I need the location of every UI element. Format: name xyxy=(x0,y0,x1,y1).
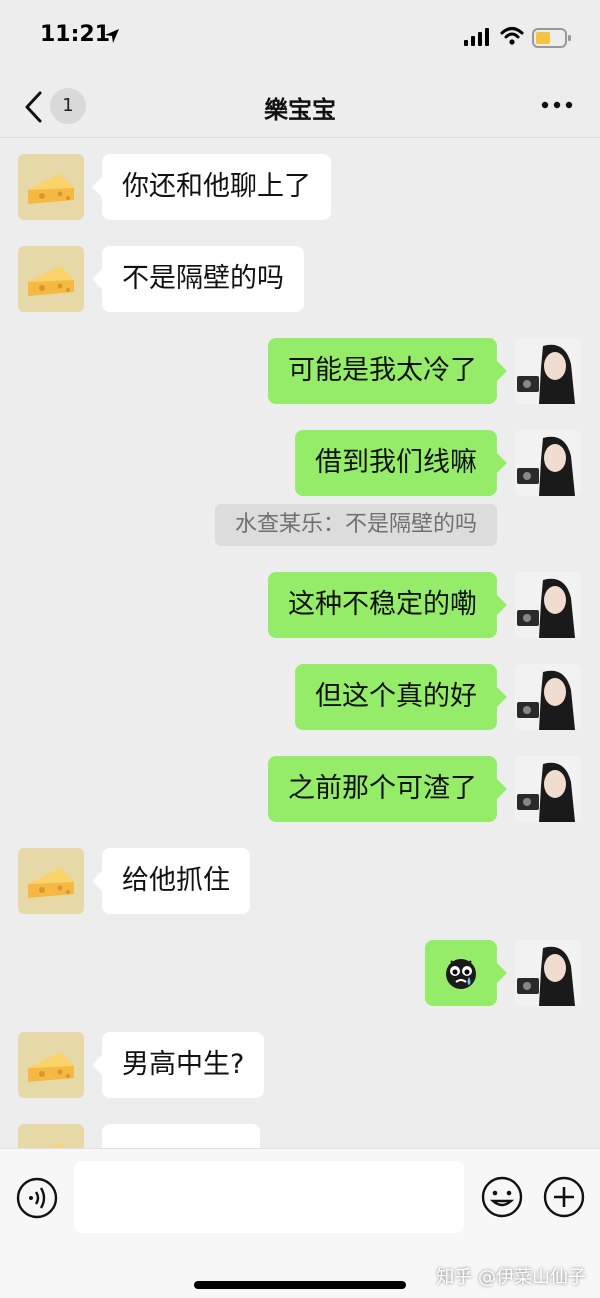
cheese-icon xyxy=(28,174,74,204)
plus-circle-icon[interactable] xyxy=(542,1175,586,1219)
message-bubble[interactable]: 你还和他聊上了 xyxy=(92,154,331,220)
cheese-avatar[interactable] xyxy=(18,848,84,914)
location-arrow-icon xyxy=(105,29,119,43)
cellular-signal-icon xyxy=(464,28,489,46)
message-bubble[interactable]: 借到我们线嘛 xyxy=(295,430,507,496)
girl-with-camera-avatar[interactable] xyxy=(515,756,581,822)
message-bubble[interactable]: 不是隔壁的吗 xyxy=(92,246,304,312)
voice-input-icon[interactable] xyxy=(16,1177,58,1219)
girl-with-camera-avatar[interactable] xyxy=(515,940,581,1006)
message-bubble[interactable] xyxy=(92,1124,260,1148)
girl-portrait-icon xyxy=(515,430,581,496)
cheese-avatar[interactable] xyxy=(18,1124,84,1148)
watermark: 知乎 @伊菜山仙子 xyxy=(436,1267,586,1288)
message-bubble[interactable]: 可能是我太冷了 xyxy=(268,338,507,404)
girl-with-camera-avatar[interactable] xyxy=(515,572,581,638)
girl-portrait-icon xyxy=(515,664,581,730)
cheese-icon xyxy=(28,1052,74,1082)
emoji-smile-icon[interactable] xyxy=(480,1175,524,1219)
chat-title: 樂宝宝 xyxy=(264,96,336,124)
chat-header: 1 樂宝宝 xyxy=(0,76,600,138)
girl-with-camera-avatar[interactable] xyxy=(515,430,581,496)
wifi-icon xyxy=(500,27,524,45)
emoji-message-bubble[interactable] xyxy=(425,940,507,1006)
status-bar: 11:21 xyxy=(0,0,600,76)
cheese-icon xyxy=(28,266,74,296)
cheese-avatar[interactable] xyxy=(18,154,84,220)
girl-portrait-icon xyxy=(515,756,581,822)
home-indicator[interactable] xyxy=(194,1281,406,1289)
cheese-icon xyxy=(28,868,74,898)
status-time: 11:21 xyxy=(40,22,111,47)
message-input-bar: 知乎 @伊菜山仙子 xyxy=(0,1148,600,1298)
battery-icon xyxy=(532,28,571,48)
girl-portrait-icon xyxy=(515,572,581,638)
girl-with-camera-avatar[interactable] xyxy=(515,664,581,730)
message-text-input[interactable] xyxy=(74,1161,464,1233)
quoted-message[interactable]: 水查某乐：不是隔壁的吗 xyxy=(214,504,497,546)
more-dots-icon[interactable] xyxy=(540,98,574,112)
girl-portrait-icon xyxy=(515,338,581,404)
girl-portrait-icon xyxy=(515,940,581,1006)
cheese-avatar[interactable] xyxy=(18,1032,84,1098)
crying-face-emoji-icon xyxy=(446,959,476,989)
message-bubble[interactable]: 但这个真的好 xyxy=(295,664,507,730)
message-bubble[interactable]: 男高中生? xyxy=(91,1032,265,1098)
message-bubble[interactable]: 这种不稳定的嘞 xyxy=(268,572,507,638)
cheese-icon xyxy=(52,1144,64,1148)
message-bubble[interactable]: 之前那个可渣了 xyxy=(268,756,507,822)
chat-message-list[interactable]: 你还和他聊上了 不是隔壁的吗 可能是我太冷了 借到我们线嘛 水查某乐：不是隔壁的… xyxy=(0,138,600,1148)
message-bubble[interactable]: 给他抓住 xyxy=(92,848,250,914)
cheese-avatar[interactable] xyxy=(18,246,84,312)
girl-with-camera-avatar[interactable] xyxy=(515,338,581,404)
